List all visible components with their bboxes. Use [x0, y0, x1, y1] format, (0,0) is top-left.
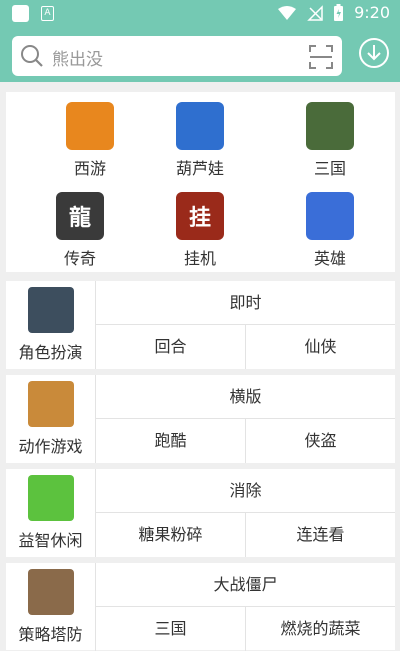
genre-main-button[interactable]: 角色扮演	[6, 281, 96, 369]
genre-main-button[interactable]: 益智休闲	[6, 469, 96, 557]
category-label: 葫芦娃	[175, 159, 224, 178]
subgenre-tag[interactable]: 侠盗	[246, 419, 395, 463]
role-play-icon	[27, 287, 74, 333]
category-label: 传奇	[63, 249, 96, 268]
category-item-chuanqi[interactable]: 龍 传奇	[40, 186, 120, 268]
subgenre-tag[interactable]: 仙侠	[246, 325, 395, 369]
clock: 9:20	[354, 3, 390, 22]
wifi-icon	[278, 5, 297, 20]
battery-icon	[334, 3, 344, 21]
genre-label: 益智休闲	[18, 531, 83, 550]
keyboard-icon: A	[41, 6, 54, 21]
search-input[interactable]: 熊出没	[52, 45, 103, 70]
genre-label: 动作游戏	[18, 437, 83, 456]
genre-row-role-play: 角色扮演 即时 回合 仙侠	[6, 281, 395, 369]
subgenre-tag[interactable]: 三国	[96, 607, 246, 651]
subgenre-tag[interactable]: 即时	[96, 281, 395, 325]
genre-label: 角色扮演	[18, 343, 83, 362]
app-header: A 9:20 熊出没	[0, 0, 400, 82]
subgenre-tag[interactable]: 回合	[96, 325, 246, 369]
strategy-tower-icon	[27, 569, 74, 615]
yingxiong-game-icon	[306, 192, 354, 240]
category-item-sanguo[interactable]: 三国	[290, 96, 370, 178]
genre-row-puzzle: 益智休闲 消除 糖果粉碎 连连看	[6, 469, 395, 557]
genre-row-strategy: 策略塔防 大战僵尸 三国 燃烧的蔬菜	[6, 563, 395, 651]
action-game-icon	[27, 381, 74, 427]
huluwa-game-icon	[176, 102, 224, 150]
subgenre-tag[interactable]: 连连看	[246, 513, 395, 557]
guaji-game-icon: 挂	[176, 192, 224, 240]
genre-main-button[interactable]: 动作游戏	[6, 375, 96, 463]
genre-label: 策略塔防	[18, 625, 83, 644]
subgenre-tag[interactable]: 横版	[96, 375, 395, 419]
category-label: 西游	[73, 159, 106, 178]
status-bar: A 9:20	[0, 0, 400, 28]
category-item-huluwa[interactable]: 葫芦娃	[160, 96, 240, 178]
category-label: 挂机	[183, 249, 216, 268]
puzzle-casual-icon	[27, 475, 74, 521]
category-label: 三国	[313, 159, 346, 178]
category-item-xiyou[interactable]: 西游	[50, 96, 130, 178]
subgenre-tag[interactable]: 大战僵尸	[96, 563, 395, 607]
download-icon[interactable]	[358, 37, 390, 69]
category-grid: 西游 葫芦娃 三国 龍 传奇 挂 挂机 英雄	[6, 92, 395, 272]
xiyou-game-icon	[66, 102, 114, 150]
subgenre-tag[interactable]: 糖果粉碎	[96, 513, 246, 557]
chuanqi-game-icon: 龍	[56, 192, 104, 240]
subgenre-tag[interactable]: 燃烧的蔬菜	[246, 607, 395, 651]
signal-icon	[307, 4, 323, 21]
notification-icon	[12, 5, 29, 22]
subgenre-tag[interactable]: 消除	[96, 469, 395, 513]
category-label: 英雄	[313, 249, 346, 268]
search-bar[interactable]: 熊出没	[12, 36, 342, 76]
scan-icon[interactable]	[308, 44, 334, 70]
sanguo-game-icon	[306, 102, 354, 150]
category-item-yingxiong[interactable]: 英雄	[290, 186, 370, 268]
genre-row-action: 动作游戏 横版 跑酷 侠盗	[6, 375, 395, 463]
search-icon	[21, 45, 43, 67]
category-item-guaji[interactable]: 挂 挂机	[160, 186, 240, 268]
genre-main-button[interactable]: 策略塔防	[6, 563, 96, 651]
subgenre-tag[interactable]: 跑酷	[96, 419, 246, 463]
